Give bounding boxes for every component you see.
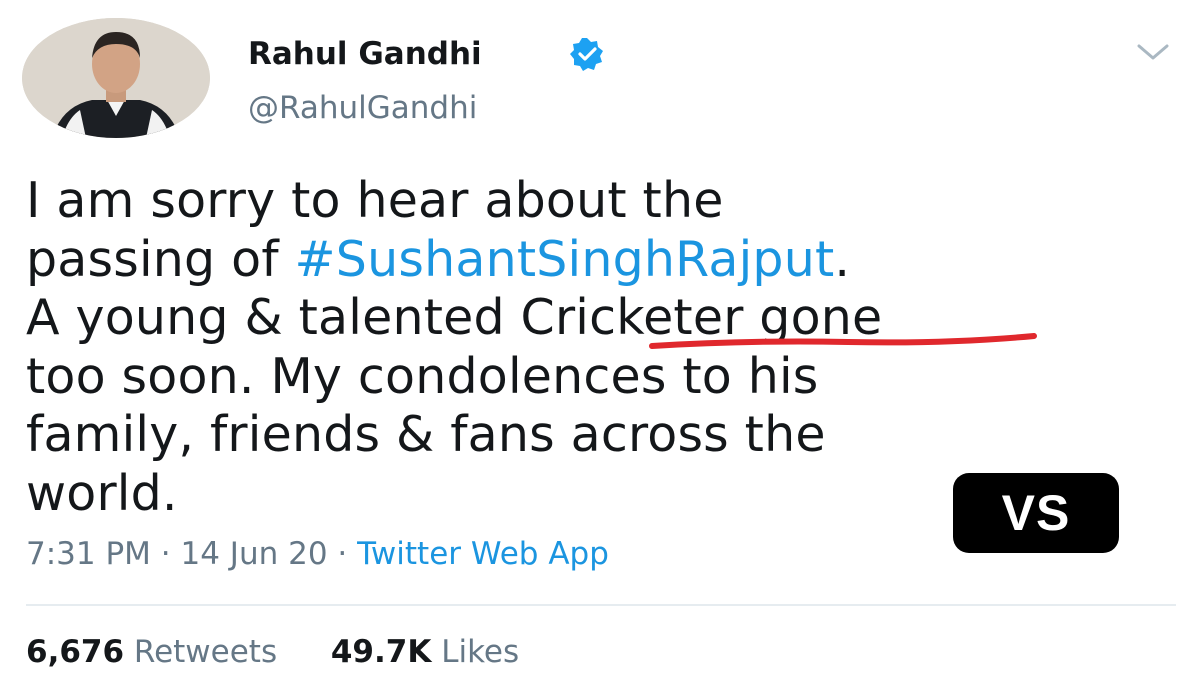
tweet-text-segment: passing of <box>26 230 295 288</box>
tweet-stats: 6,676 Retweets 49.7K Likes <box>26 634 519 670</box>
hashtag-link[interactable]: #SushantSinghRajput <box>295 231 835 288</box>
red-underline-annotation <box>649 333 1037 349</box>
tweet-text-segment: family, friends & fans across the <box>26 406 826 463</box>
likes-count: 49.7K <box>330 634 432 670</box>
retweets-label: Retweets <box>133 634 278 670</box>
tweet-text-segment: too soon. My condolences to his <box>26 347 819 405</box>
meta-separator: · <box>160 536 181 572</box>
tweet-source-link[interactable]: Twitter Web App <box>357 536 609 572</box>
vs-badge: VS <box>953 473 1119 553</box>
avatar[interactable] <box>22 18 210 138</box>
tweet-text-segment: I am sorry to hear about the <box>26 172 724 229</box>
tweet-text-line: passing of #SushantSinghRajput. <box>26 231 1186 290</box>
likes-label: Likes <box>441 634 520 670</box>
tweet-text-line: too soon. My condolences to his <box>26 348 1186 407</box>
verified-badge-icon <box>570 38 603 71</box>
tweet-meta: 7:31 PM · 14 Jun 20 · Twitter Web App <box>26 536 609 572</box>
divider <box>26 604 1176 606</box>
tweet-text-segment: world. <box>26 464 178 522</box>
chevron-down-icon[interactable] <box>1133 40 1173 64</box>
tweet-date[interactable]: 14 Jun 20 <box>181 536 328 572</box>
user-handle[interactable]: @RahulGandhi <box>248 90 477 126</box>
tweet-text-line: I am sorry to hear about the <box>26 172 1186 231</box>
likes-stat[interactable]: 49.7K Likes <box>331 634 519 670</box>
retweets-count: 6,676 <box>26 634 125 670</box>
meta-separator: · <box>337 536 358 572</box>
tweet-card: Rahul Gandhi @RahulGandhi I am sorry to … <box>0 0 1200 675</box>
retweets-stat[interactable]: 6,676 Retweets <box>26 634 287 670</box>
tweet-time[interactable]: 7:31 PM <box>26 536 151 572</box>
display-name[interactable]: Rahul Gandhi <box>248 36 482 72</box>
tweet-text-segment: . <box>834 230 851 288</box>
tweet-text-line: family, friends & fans across the <box>26 406 1186 465</box>
